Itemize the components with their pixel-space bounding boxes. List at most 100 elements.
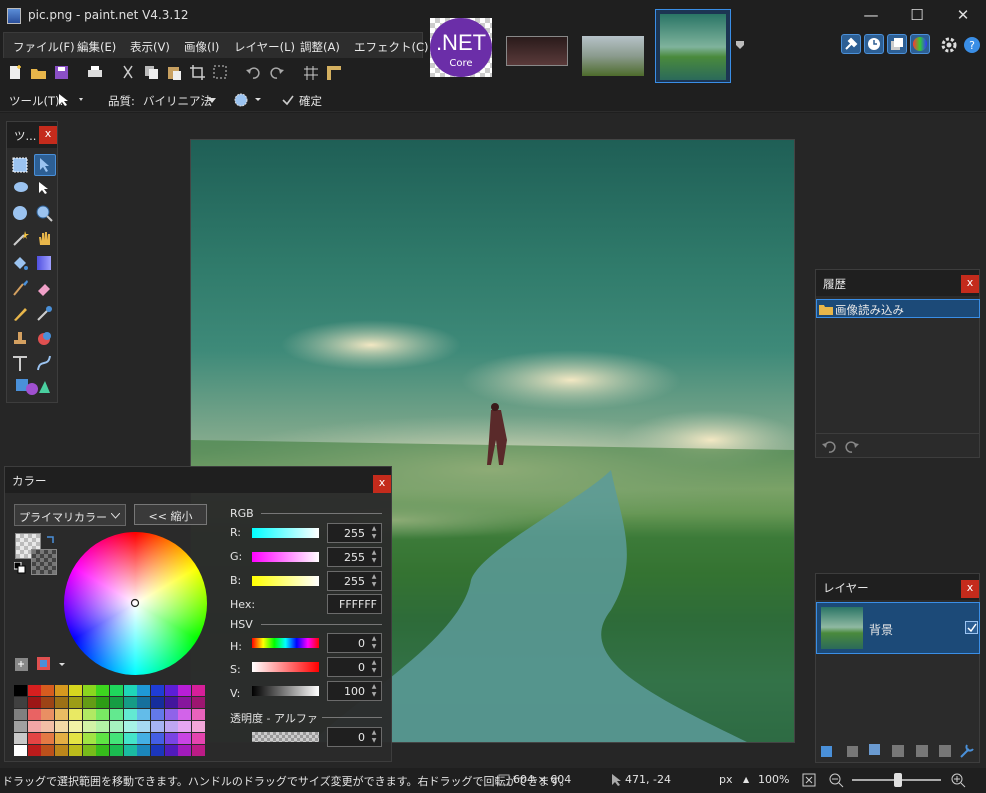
layers-panel-close-button[interactable]: x bbox=[961, 580, 979, 598]
menu-adjustments[interactable]: 調整(A) bbox=[300, 39, 340, 55]
palette-swatch[interactable] bbox=[192, 709, 206, 720]
add-layer-icon[interactable] bbox=[821, 746, 832, 757]
palette-swatch[interactable] bbox=[151, 709, 164, 720]
history-panel-close-button[interactable]: x bbox=[961, 275, 979, 293]
paintbrush-tool-icon[interactable] bbox=[11, 279, 29, 297]
hue-spinner[interactable]: ▲ ▼ bbox=[368, 635, 380, 651]
palette-swatch[interactable] bbox=[82, 721, 96, 732]
unit-selector[interactable]: px bbox=[719, 773, 733, 786]
ruler-icon[interactable] bbox=[325, 64, 342, 81]
add-to-palette-icon[interactable] bbox=[14, 657, 30, 673]
alpha-slider[interactable] bbox=[252, 732, 319, 742]
image-tab-device[interactable] bbox=[502, 13, 572, 81]
line-curve-tool-icon[interactable] bbox=[35, 354, 53, 372]
menu-file[interactable]: ファイル(F) bbox=[13, 39, 75, 55]
move-selection-tool-icon[interactable] bbox=[34, 154, 56, 176]
palette-swatch[interactable] bbox=[41, 721, 55, 732]
palette-swatch[interactable] bbox=[192, 745, 206, 756]
palette-swatch[interactable] bbox=[192, 721, 206, 732]
hex-input[interactable]: FFFFFF bbox=[327, 594, 382, 614]
color-wheel-cursor[interactable] bbox=[130, 598, 140, 608]
secondary-color-swatch[interactable] bbox=[31, 549, 57, 575]
menu-layers[interactable]: レイヤー(L) bbox=[234, 39, 295, 55]
palette-swatch[interactable] bbox=[178, 745, 192, 756]
palette-swatch[interactable] bbox=[14, 745, 27, 756]
palette-menu-icon[interactable] bbox=[36, 656, 68, 672]
history-undo-icon[interactable] bbox=[821, 438, 837, 454]
layer-row-background[interactable]: 背景 bbox=[816, 602, 980, 654]
recolor-tool-icon[interactable] bbox=[35, 329, 53, 347]
colors-panel-close-button[interactable]: x bbox=[373, 475, 391, 493]
zoom-to-window-icon[interactable] bbox=[801, 772, 817, 788]
saturation-input[interactable]: 0 ▲ ▼ bbox=[327, 657, 382, 677]
deselect-icon[interactable] bbox=[212, 64, 229, 81]
palette-swatch[interactable] bbox=[55, 733, 69, 744]
palette-swatch[interactable] bbox=[192, 685, 206, 696]
palette-swatch[interactable] bbox=[123, 697, 137, 708]
reset-colors-icon[interactable] bbox=[14, 562, 26, 574]
palette-swatch[interactable] bbox=[123, 709, 137, 720]
unit-menu-arrow-icon[interactable]: ▲ bbox=[743, 775, 749, 784]
zoom-level-text[interactable]: 100% bbox=[758, 773, 789, 786]
swap-colors-icon[interactable] bbox=[45, 534, 57, 546]
pan-hand-tool-icon[interactable] bbox=[35, 229, 53, 247]
palette-swatch[interactable] bbox=[151, 685, 164, 696]
move-selected-tool-icon[interactable] bbox=[35, 179, 53, 197]
palette-swatch[interactable] bbox=[41, 685, 55, 696]
lasso-select-tool-icon[interactable] bbox=[11, 179, 29, 197]
palette-swatch[interactable] bbox=[96, 721, 110, 732]
saturation-spinner[interactable]: ▲ ▼ bbox=[368, 659, 380, 675]
palette-swatch[interactable] bbox=[137, 709, 151, 720]
palette-swatch[interactable] bbox=[96, 685, 110, 696]
layer-visibility-checkbox[interactable] bbox=[965, 621, 978, 634]
selection-mode-icon[interactable] bbox=[233, 92, 263, 108]
crop-icon[interactable] bbox=[189, 64, 206, 81]
palette-swatch[interactable] bbox=[14, 721, 27, 732]
palette-swatch[interactable] bbox=[55, 709, 69, 720]
menu-edit[interactable]: 編集(E) bbox=[77, 39, 116, 55]
color-mode-dropdown[interactable]: プライマリカラー bbox=[14, 504, 126, 526]
palette-swatch[interactable] bbox=[41, 745, 55, 756]
palette-swatch[interactable] bbox=[96, 697, 110, 708]
clone-stamp-tool-icon[interactable] bbox=[11, 329, 29, 347]
commit-button[interactable]: 確定 bbox=[299, 93, 322, 109]
eraser-tool-icon[interactable] bbox=[35, 279, 53, 297]
palette-swatch[interactable] bbox=[55, 721, 69, 732]
palette-swatch[interactable] bbox=[178, 733, 192, 744]
save-icon[interactable] bbox=[53, 64, 70, 81]
palette-swatch[interactable] bbox=[192, 733, 206, 744]
import-layer-icon[interactable] bbox=[916, 745, 928, 757]
value-slider[interactable] bbox=[252, 686, 319, 696]
maximize-button[interactable]: ☐ bbox=[894, 0, 940, 32]
copy-icon[interactable] bbox=[143, 64, 160, 81]
palette-swatch[interactable] bbox=[151, 733, 164, 744]
palette-swatch[interactable] bbox=[109, 697, 123, 708]
shrink-button[interactable]: << 縮小 bbox=[134, 504, 207, 525]
layer-properties-wrench-icon[interactable] bbox=[960, 744, 974, 758]
history-item-open-image[interactable]: 画像読み込み bbox=[816, 299, 980, 318]
palette-swatch[interactable] bbox=[178, 697, 192, 708]
red-slider[interactable] bbox=[252, 528, 319, 538]
alpha-spinner[interactable]: ▲ ▼ bbox=[368, 729, 380, 745]
palette-swatch[interactable] bbox=[82, 697, 96, 708]
duplicate-layer-icon[interactable] bbox=[869, 744, 880, 755]
close-button[interactable]: ✕ bbox=[940, 0, 986, 32]
palette-swatch[interactable] bbox=[68, 721, 82, 732]
palette-swatch[interactable] bbox=[96, 745, 110, 756]
image-tab-dotnet[interactable]: .NET Core bbox=[426, 13, 496, 81]
alpha-input[interactable]: 0 ▲ ▼ bbox=[327, 727, 382, 747]
paste-icon[interactable] bbox=[166, 64, 183, 81]
zoom-slider-thumb[interactable] bbox=[894, 773, 902, 787]
saturation-slider[interactable] bbox=[252, 662, 319, 672]
palette-swatch[interactable] bbox=[164, 697, 178, 708]
color-picker-tool-icon[interactable] bbox=[35, 304, 53, 322]
help-icon[interactable]: ? bbox=[963, 36, 981, 54]
hue-slider[interactable] bbox=[252, 638, 319, 648]
quality-dropdown[interactable]: バイリニア法 bbox=[143, 93, 212, 109]
open-folder-icon[interactable] bbox=[30, 64, 47, 81]
history-redo-icon[interactable] bbox=[844, 438, 860, 454]
color-palette-grid[interactable] bbox=[14, 685, 206, 757]
palette-swatch[interactable] bbox=[151, 745, 164, 756]
palette-swatch[interactable] bbox=[178, 685, 192, 696]
palette-swatch[interactable] bbox=[82, 685, 96, 696]
